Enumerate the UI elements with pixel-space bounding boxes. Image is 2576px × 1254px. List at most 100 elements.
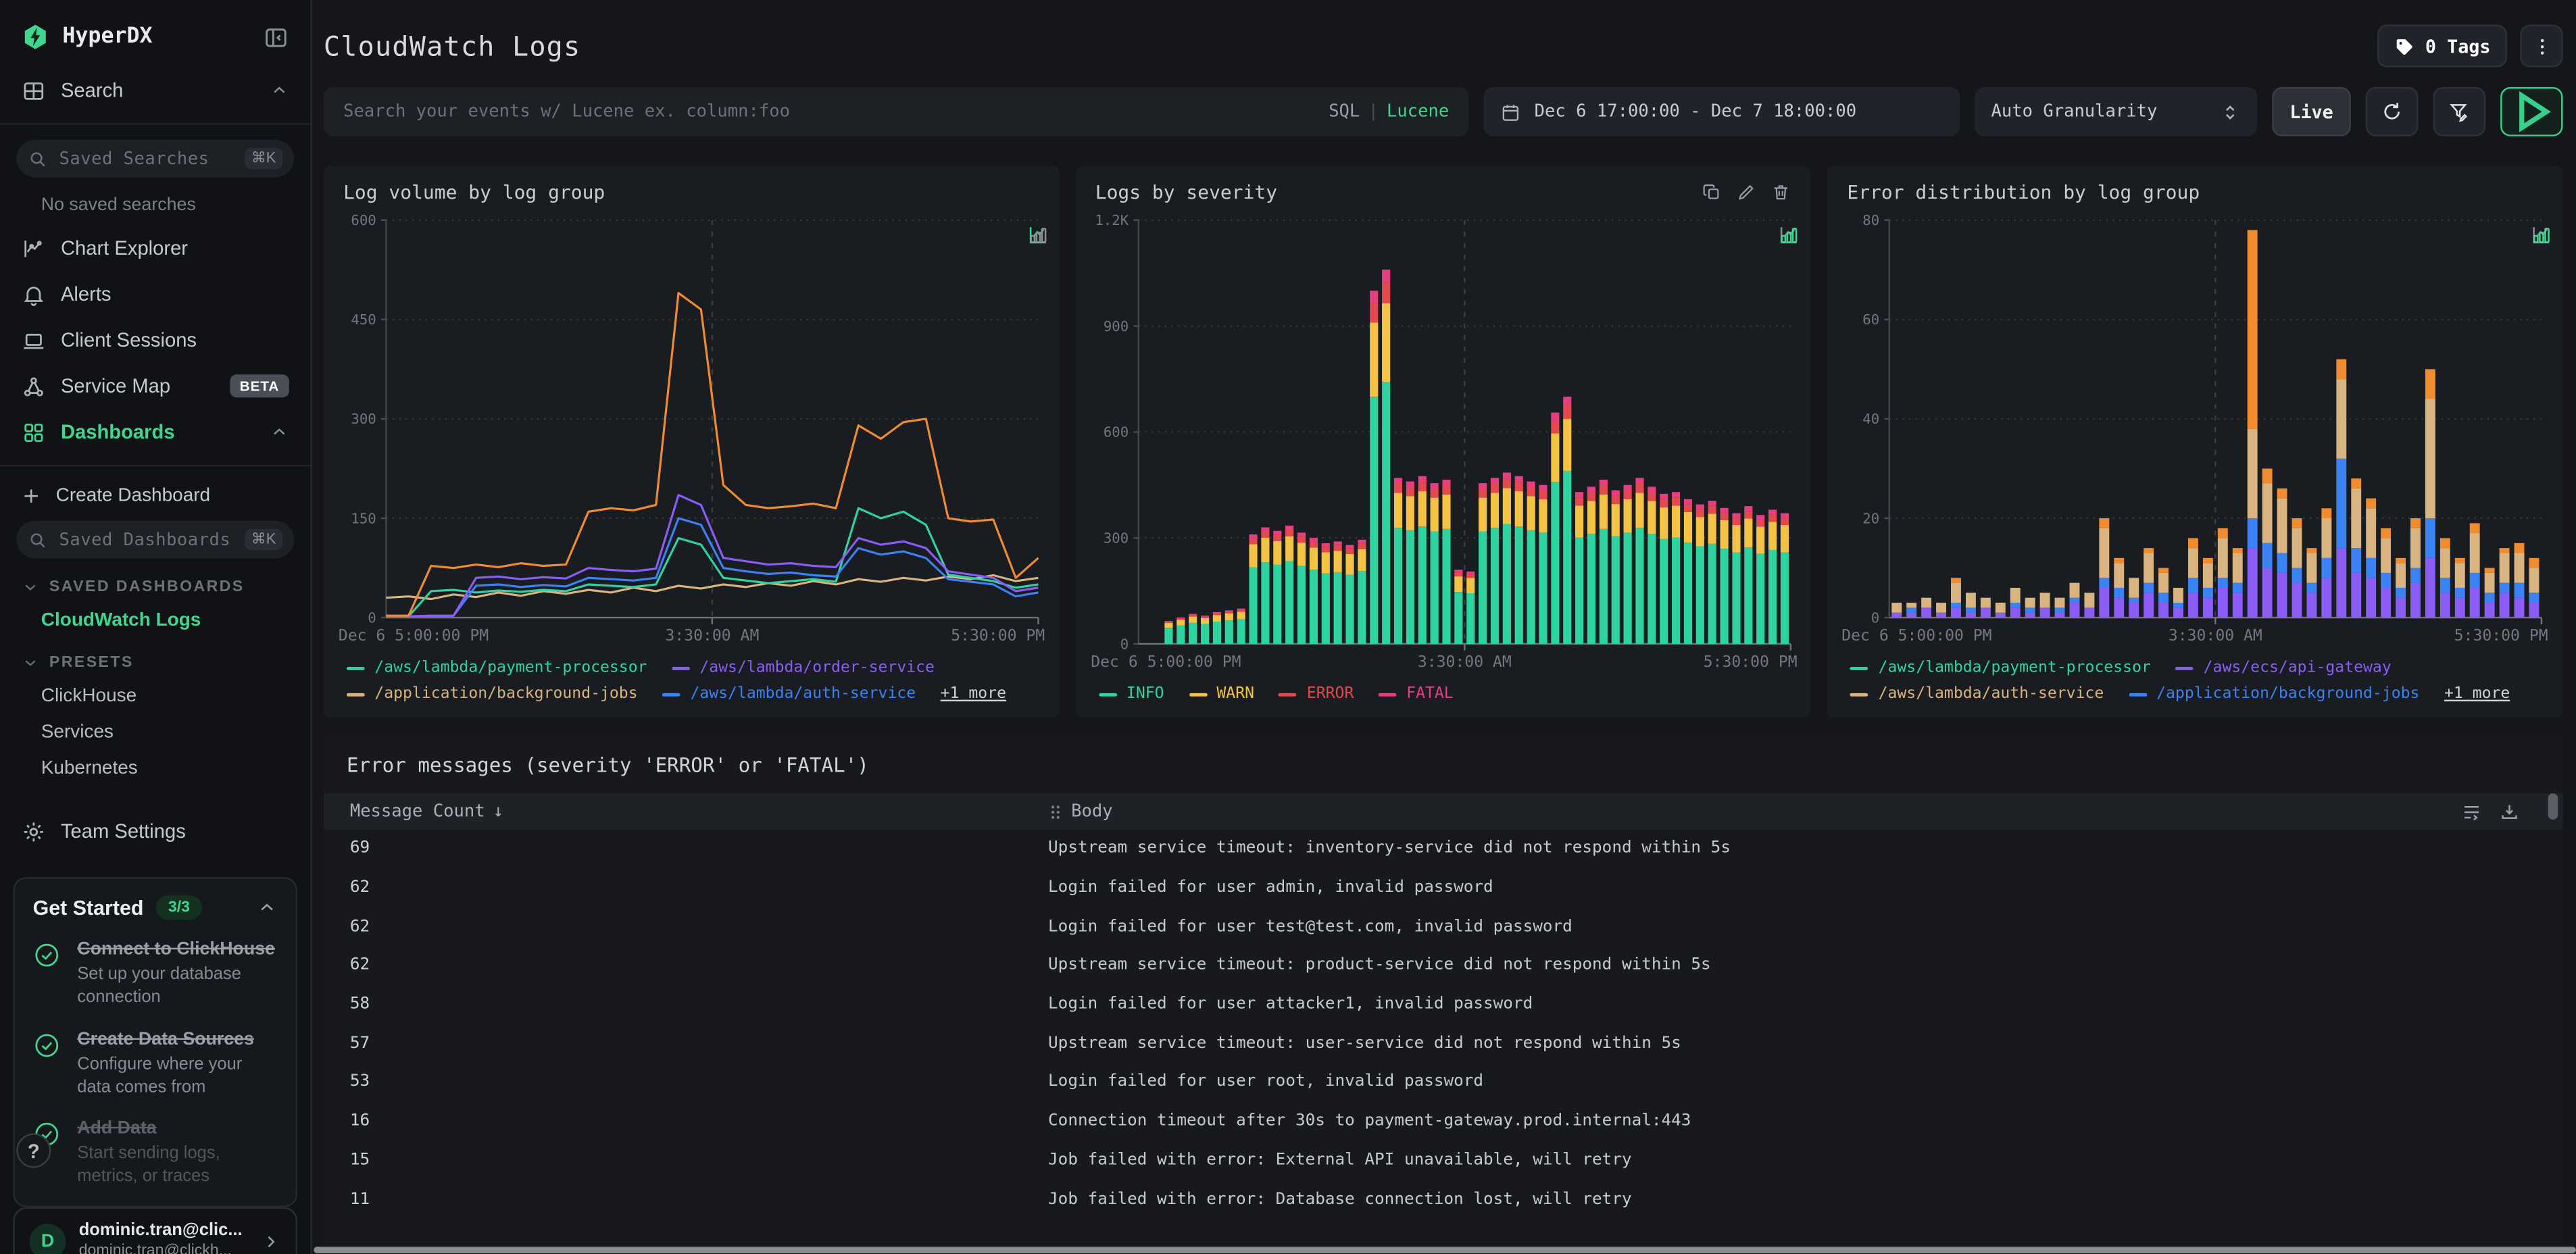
legend-item[interactable]: /aws/lambda/payment-processor: [346, 659, 647, 677]
svg-text:3:30:00 AM: 3:30:00 AM: [2169, 627, 2263, 645]
tags-count-label: 0 Tags: [2425, 35, 2491, 57]
saved-dashboards-input[interactable]: Saved Dashboards ⌘K: [16, 520, 295, 559]
table-row[interactable]: 57 Upstream service timeout: user-service…: [324, 1024, 2563, 1063]
get-started-item[interactable]: Connect to ClickHouse Set up your databa…: [33, 938, 278, 1009]
preset-clickhouse[interactable]: ClickHouse: [0, 678, 310, 714]
charts-row: Log volume by log group 600 450 300 150 0 Dec…: [323, 166, 2563, 718]
filter-bar: Search your events w/ Lucene ex. column:…: [323, 86, 2563, 136]
legend-item[interactable]: /aws/lambda/auth-service: [662, 685, 916, 703]
sidebar-item-client-sessions[interactable]: Client Sessions: [0, 317, 310, 363]
help-button[interactable]: ?: [16, 1133, 51, 1168]
table-row[interactable]: 58 Login failed for user attacker1, inval…: [324, 985, 2563, 1024]
svg-text:450: 450: [351, 311, 376, 328]
legend-item[interactable]: /aws/lambda/payment-processor: [1850, 659, 2151, 677]
svg-text:0: 0: [1872, 609, 1880, 626]
user-menu[interactable]: D dominic.tran@clic... dominic.tran@clic…: [13, 1207, 298, 1254]
legend-item[interactable]: /aws/lambda/order-service: [672, 659, 935, 677]
table-row[interactable]: 69 Upstream service timeout: inventory-se…: [324, 830, 2563, 869]
legend-item[interactable]: /aws/ecs/api-gateway: [2175, 659, 2392, 677]
table-row[interactable]: 62 Login failed for user admin, invalid p…: [324, 868, 2563, 907]
download-icon[interactable]: [2499, 801, 2521, 822]
legend-more-link[interactable]: +1 more: [941, 685, 1006, 703]
chart-legend: /aws/lambda/payment-processor/aws/ecs/ap…: [1827, 647, 2562, 718]
message-body-cell: Login failed for user admin, invalid pas…: [1048, 878, 1493, 897]
table-row[interactable]: 62 Upstream service timeout: product-serv…: [324, 946, 2563, 985]
legend-item[interactable]: WARN: [1189, 685, 1254, 703]
legend-item[interactable]: FATAL: [1378, 685, 1454, 703]
message-count-cell: 58: [349, 995, 370, 1014]
chevron-up-icon[interactable]: [256, 897, 278, 918]
legend-item[interactable]: /application/background-jobs: [346, 685, 638, 703]
granularity-select[interactable]: Auto Granularity: [1975, 86, 2258, 136]
run-query-button[interactable]: [2500, 86, 2563, 136]
table-row[interactable]: 62 Login failed for user test@test.com, i…: [324, 907, 2563, 947]
chart-explorer-icon: [24, 239, 42, 257]
stacked-bar-chart: 80 60 40 20 0Dec 6 5:00:00 PM 3:30:00 AM 5:30:…: [1842, 212, 2548, 645]
table-row[interactable]: 11 Job failed with error: Database connec…: [324, 1180, 2563, 1219]
filter-button[interactable]: [2433, 86, 2486, 136]
saved-dashboard-cloudwatch-logs[interactable]: CloudWatch Logs: [0, 603, 310, 638]
search-placeholder: Search your events w/ Lucene ex. column:…: [343, 101, 790, 122]
get-started-item[interactable]: Add Data Start sending logs, metrics, or…: [33, 1118, 278, 1189]
sidebar-item-chart-explorer[interactable]: Chart Explorer: [0, 225, 310, 271]
bar-view-toggle-icon[interactable]: [2530, 224, 2553, 247]
legend-item[interactable]: INFO: [1098, 685, 1164, 703]
no-saved-searches-text: No saved searches: [41, 195, 196, 216]
legend-swatch: [1189, 692, 1207, 696]
table-header: Message Count ↓ Body: [323, 793, 2563, 830]
hyperdx-logo-icon: [24, 24, 46, 49]
svg-text:Dec 6 5:00:00 PM: Dec 6 5:00:00 PM: [339, 627, 489, 645]
collapse-sidebar-icon[interactable]: [263, 24, 289, 50]
sidebar-item-search[interactable]: Search: [0, 68, 310, 114]
get-started-item[interactable]: Create Data Sources Configure where your…: [33, 1028, 278, 1099]
legend-item[interactable]: ERROR: [1279, 685, 1354, 703]
user-name: dominic.tran@clic...: [78, 1220, 243, 1240]
sql-toggle[interactable]: SQL: [1329, 102, 1360, 122]
sidebar-item-service-map[interactable]: Service Map BETA: [0, 363, 310, 409]
sidebar-item-dashboards[interactable]: Dashboards: [0, 409, 310, 455]
delete-icon[interactable]: [1772, 182, 1791, 202]
preset-kubernetes[interactable]: Kubernetes: [0, 751, 310, 786]
sidebar-item-team-settings[interactable]: Team Settings: [0, 808, 310, 854]
dashboard-menu-button[interactable]: [2520, 24, 2563, 68]
section-presets[interactable]: PRESETS: [0, 639, 310, 678]
horizontal-scrollbar[interactable]: [314, 1245, 2576, 1253]
bar-view-toggle-icon[interactable]: [1778, 224, 1801, 247]
table-row[interactable]: 53 Login failed for user root, invalid pa…: [324, 1063, 2563, 1102]
chart-area: 80 60 40 20 0 Dec 6 5:00:00 PM 3:30:00 AM 5:30:…: [1841, 207, 2550, 647]
saved-searches-input[interactable]: Saved Searches ⌘K: [16, 139, 295, 178]
message-body-cell: Job failed with error: External API unav…: [1048, 1151, 1632, 1170]
chart-panel-error-distribution: Error distribution by log group 80 60 40 20…: [1827, 166, 2563, 718]
get-started-title: Get Started: [32, 896, 144, 920]
live-button[interactable]: Live: [2272, 86, 2351, 136]
saved-dashboards-placeholder: Saved Dashboards: [59, 530, 231, 550]
table-row[interactable]: 16 Connection timeout after 30s to paymen…: [324, 1102, 2563, 1141]
section-saved-dashboards[interactable]: SAVED DASHBOARDS: [0, 563, 310, 603]
table-vertical-scrollbar[interactable]: [2548, 793, 2558, 820]
lucene-toggle[interactable]: Lucene: [1387, 102, 1449, 122]
edit-icon[interactable]: [1737, 182, 1757, 202]
svg-text:60: 60: [1863, 311, 1880, 328]
duplicate-icon[interactable]: [1702, 182, 1722, 202]
tags-button[interactable]: 0 Tags: [2377, 24, 2507, 68]
event-search-input[interactable]: Search your events w/ Lucene ex. column:…: [323, 86, 1469, 136]
sidebar-search-label: Search: [60, 78, 124, 102]
tag-icon: [2397, 38, 2413, 54]
legend-more-link[interactable]: +1 more: [2444, 685, 2510, 703]
wrap-lines-icon[interactable]: [2461, 801, 2483, 822]
legend-item[interactable]: /application/background-jobs: [2128, 685, 2419, 703]
chart-legend: /aws/lambda/payment-processor/aws/lambda…: [324, 647, 1059, 718]
sidebar-item-alerts[interactable]: Alerts: [0, 271, 310, 317]
get-started-card: Get Started 3/3 Connect to ClickHouse Se…: [13, 877, 298, 1207]
date-range-picker[interactable]: Dec 6 17:00:00 - Dec 7 18:00:00: [1483, 86, 1960, 136]
table-row[interactable]: 15 Job failed with error: External API un…: [324, 1140, 2563, 1180]
message-count-cell: 57: [349, 1034, 370, 1053]
refresh-button[interactable]: [2365, 86, 2419, 136]
column-header-body[interactable]: Body: [1048, 801, 2461, 822]
preset-services[interactable]: Services: [0, 715, 310, 751]
bar-view-toggle-icon[interactable]: [1026, 224, 1049, 247]
column-header-message-count[interactable]: Message Count ↓: [324, 801, 1048, 821]
section-label: PRESETS: [49, 653, 134, 672]
legend-item[interactable]: /aws/lambda/auth-service: [1850, 685, 2104, 703]
create-dashboard-button[interactable]: Create Dashboard: [0, 476, 310, 516]
